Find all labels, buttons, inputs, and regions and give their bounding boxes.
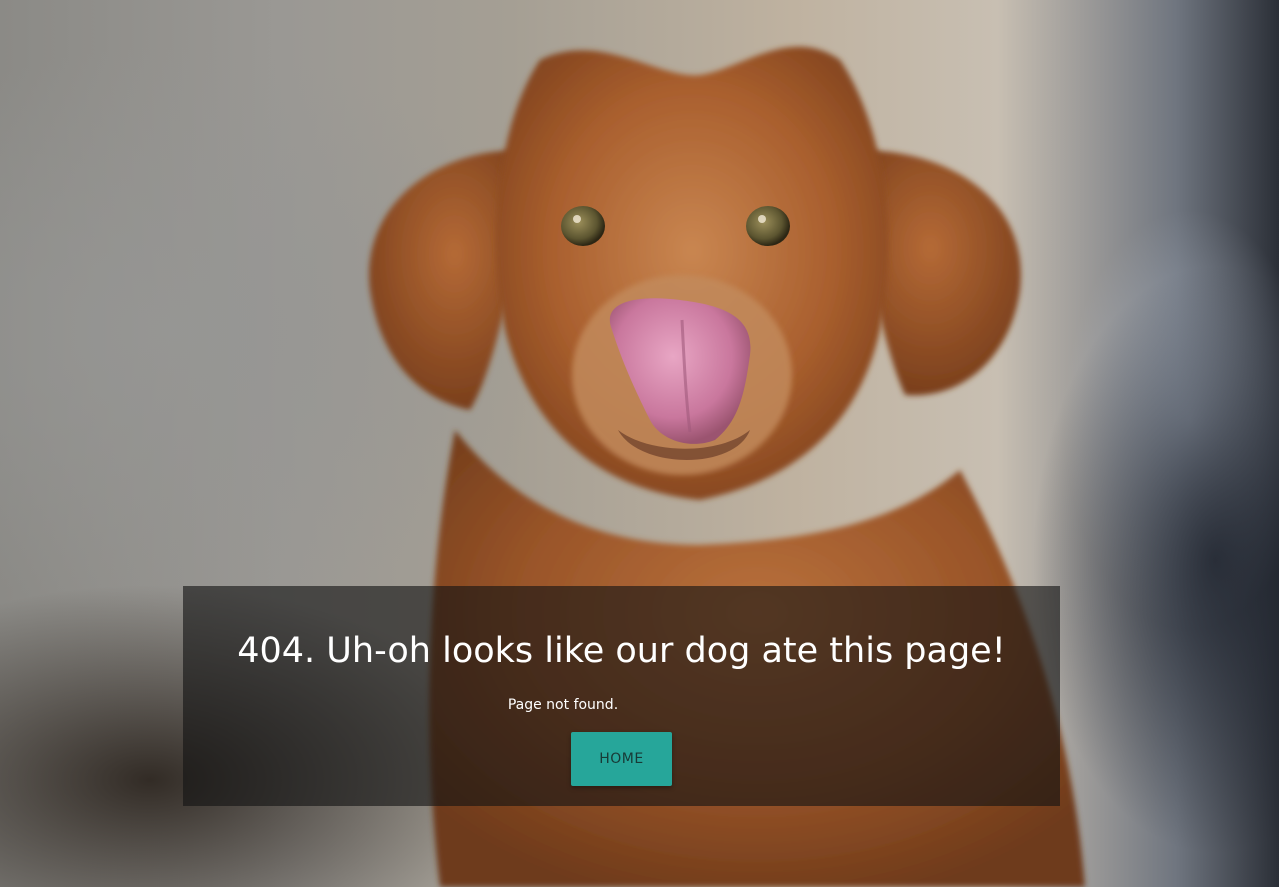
error-page: 404. Uh-oh looks like our dog ate this p… xyxy=(0,0,1279,887)
error-message: Page not found. xyxy=(507,697,619,713)
error-heading: 404. Uh-oh looks like our dog ate this p… xyxy=(237,631,1006,671)
error-panel: 404. Uh-oh looks like our dog ate this p… xyxy=(183,586,1060,806)
home-button[interactable]: HOME xyxy=(571,732,672,786)
